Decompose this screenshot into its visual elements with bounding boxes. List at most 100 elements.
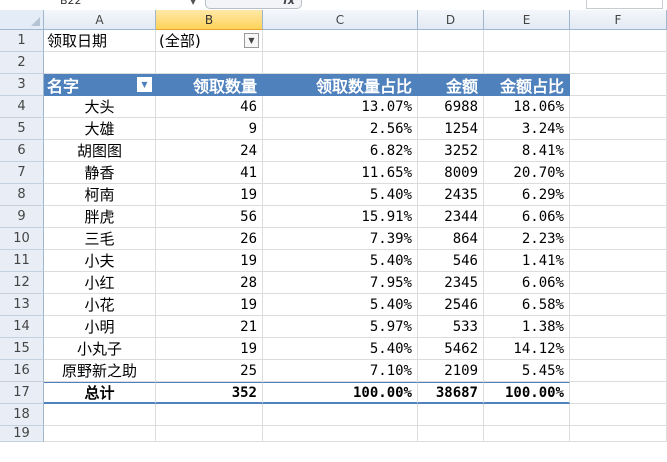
- filter-value[interactable]: (全部) ▼: [156, 30, 263, 52]
- pivot-value[interactable]: 19: [156, 338, 263, 360]
- grand-total-value[interactable]: 38687: [418, 382, 484, 404]
- pivot-value[interactable]: 6.06%: [484, 206, 570, 228]
- pivot-value[interactable]: 15.91%: [263, 206, 418, 228]
- pivot-row-label[interactable]: 小明: [44, 316, 156, 338]
- pivot-value[interactable]: 5.40%: [263, 250, 418, 272]
- cell[interactable]: [570, 338, 667, 360]
- row-header[interactable]: 7: [0, 162, 44, 184]
- row-header[interactable]: 12: [0, 272, 44, 294]
- cell[interactable]: [263, 30, 418, 52]
- pivot-value[interactable]: 8009: [418, 162, 484, 184]
- cell[interactable]: [570, 426, 667, 442]
- cell[interactable]: [44, 426, 156, 442]
- pivot-header[interactable]: 名字 ▼: [44, 74, 156, 96]
- row-header[interactable]: 13: [0, 294, 44, 316]
- pivot-value[interactable]: 3.24%: [484, 118, 570, 140]
- pivot-row-label[interactable]: 胡图图: [44, 140, 156, 162]
- pivot-value[interactable]: 5.97%: [263, 316, 418, 338]
- pivot-header[interactable]: 金额占比: [484, 74, 570, 96]
- cell[interactable]: [156, 404, 263, 426]
- pivot-value[interactable]: 19: [156, 250, 263, 272]
- column-header-f[interactable]: F: [570, 10, 667, 30]
- row-header[interactable]: 8: [0, 184, 44, 206]
- cell[interactable]: [570, 228, 667, 250]
- cell[interactable]: [484, 30, 570, 52]
- pivot-row-label[interactable]: 小丸子: [44, 338, 156, 360]
- pivot-value[interactable]: 5.40%: [263, 338, 418, 360]
- row-header[interactable]: 5: [0, 118, 44, 140]
- cell[interactable]: [570, 272, 667, 294]
- pivot-value[interactable]: 7.95%: [263, 272, 418, 294]
- name-box[interactable]: B22: [60, 0, 180, 8]
- row-header[interactable]: 4: [0, 96, 44, 118]
- pivot-value[interactable]: 2.56%: [263, 118, 418, 140]
- column-header-d[interactable]: D: [418, 10, 484, 30]
- cell[interactable]: [484, 426, 570, 442]
- row-header[interactable]: 6: [0, 140, 44, 162]
- pivot-value[interactable]: 864: [418, 228, 484, 250]
- pivot-value[interactable]: 7.10%: [263, 360, 418, 382]
- cell[interactable]: [263, 426, 418, 442]
- cell[interactable]: [570, 316, 667, 338]
- pivot-value[interactable]: 19: [156, 294, 263, 316]
- cell[interactable]: [418, 30, 484, 52]
- formula-expand-box[interactable]: [586, 0, 663, 9]
- pivot-row-label[interactable]: 小夫: [44, 250, 156, 272]
- cell[interactable]: [484, 52, 570, 74]
- pivot-value[interactable]: 20.70%: [484, 162, 570, 184]
- pivot-value[interactable]: 56: [156, 206, 263, 228]
- row-header[interactable]: 1: [0, 30, 44, 52]
- cell[interactable]: [484, 404, 570, 426]
- row-header[interactable]: 18: [0, 404, 44, 426]
- cell[interactable]: [44, 52, 156, 74]
- pivot-value[interactable]: 1.41%: [484, 250, 570, 272]
- pivot-value[interactable]: 28: [156, 272, 263, 294]
- grand-total-value[interactable]: 352: [156, 382, 263, 404]
- pivot-value[interactable]: 13.07%: [263, 96, 418, 118]
- pivot-value[interactable]: 2546: [418, 294, 484, 316]
- cell[interactable]: [570, 118, 667, 140]
- pivot-value[interactable]: 1254: [418, 118, 484, 140]
- pivot-value[interactable]: 8.41%: [484, 140, 570, 162]
- pivot-value[interactable]: 5.40%: [263, 294, 418, 316]
- row-header[interactable]: 15: [0, 338, 44, 360]
- name-filter-dropdown-icon[interactable]: ▼: [137, 77, 152, 92]
- pivot-value[interactable]: 3252: [418, 140, 484, 162]
- cell[interactable]: [570, 382, 667, 404]
- cell[interactable]: [570, 52, 667, 74]
- grand-total-value[interactable]: 100.00%: [484, 382, 570, 404]
- pivot-value[interactable]: 6.29%: [484, 184, 570, 206]
- pivot-value[interactable]: 25: [156, 360, 263, 382]
- cell[interactable]: [570, 250, 667, 272]
- cell[interactable]: [44, 404, 156, 426]
- pivot-value[interactable]: 46: [156, 96, 263, 118]
- column-header-c[interactable]: C: [263, 10, 418, 30]
- filter-dropdown-icon[interactable]: ▼: [244, 33, 259, 48]
- chevron-down-icon[interactable]: ▼: [190, 0, 196, 6]
- cell[interactable]: [570, 74, 667, 96]
- pivot-row-label[interactable]: 大雄: [44, 118, 156, 140]
- pivot-value[interactable]: 9: [156, 118, 263, 140]
- row-header[interactable]: 3: [0, 74, 44, 96]
- pivot-value[interactable]: 2.23%: [484, 228, 570, 250]
- row-header[interactable]: 10: [0, 228, 44, 250]
- fx-icon[interactable]: fx: [283, 0, 295, 7]
- column-header-a[interactable]: A: [44, 10, 156, 30]
- pivot-value[interactable]: 6988: [418, 96, 484, 118]
- pivot-row-label[interactable]: 小红: [44, 272, 156, 294]
- pivot-row-label[interactable]: 胖虎: [44, 206, 156, 228]
- filter-label[interactable]: 领取日期: [44, 30, 156, 52]
- cell[interactable]: [570, 360, 667, 382]
- cell[interactable]: [570, 294, 667, 316]
- pivot-value[interactable]: 6.06%: [484, 272, 570, 294]
- pivot-row-label[interactable]: 三毛: [44, 228, 156, 250]
- pivot-value[interactable]: 19: [156, 184, 263, 206]
- row-header[interactable]: 16: [0, 360, 44, 382]
- pivot-value[interactable]: 6.58%: [484, 294, 570, 316]
- cell[interactable]: [570, 162, 667, 184]
- pivot-row-label[interactable]: 柯南: [44, 184, 156, 206]
- cell[interactable]: [570, 184, 667, 206]
- pivot-value[interactable]: 18.06%: [484, 96, 570, 118]
- pivot-value[interactable]: 1.38%: [484, 316, 570, 338]
- row-header[interactable]: 9: [0, 206, 44, 228]
